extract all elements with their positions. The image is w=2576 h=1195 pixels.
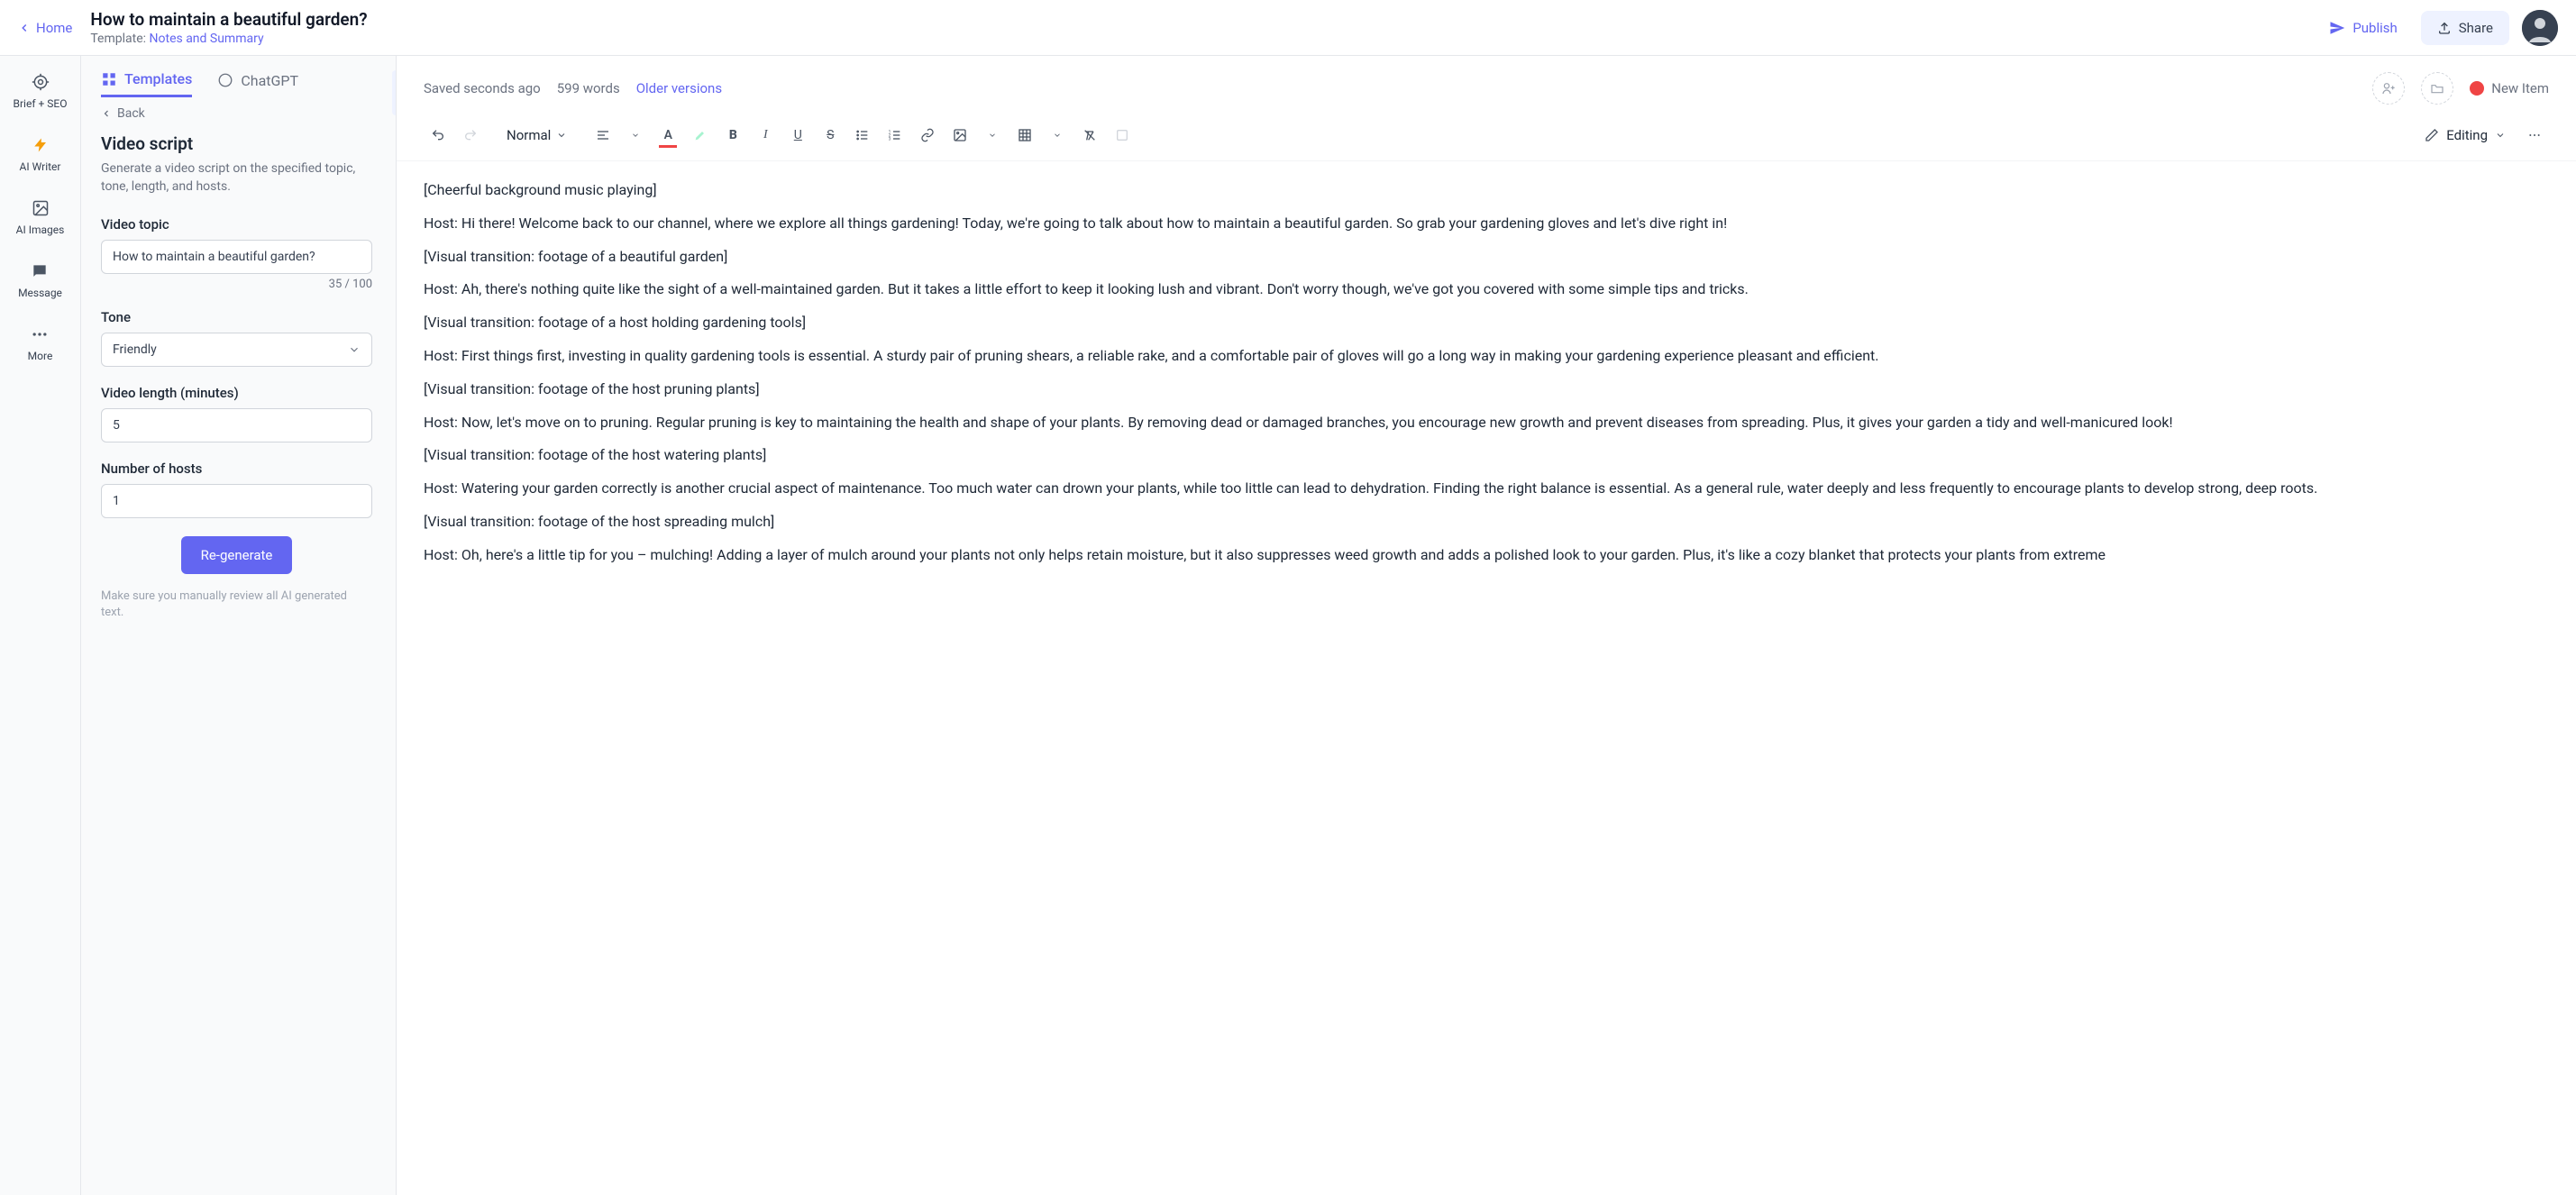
templates-icon [101, 71, 117, 87]
rail-ai-images[interactable]: AI Images [16, 198, 65, 236]
paragraph: Host: Oh, here's a little tip for you – … [424, 544, 2549, 567]
link-button[interactable] [913, 121, 942, 150]
section-desc: Generate a video script on the specified… [101, 160, 372, 196]
strikethrough-button[interactable]: S [816, 121, 845, 150]
paragraph: Host: Watering your garden correctly is … [424, 478, 2549, 500]
new-item-button[interactable]: New Item [2470, 80, 2549, 96]
align-button[interactable] [589, 121, 617, 150]
chevron-left-icon [395, 87, 397, 98]
redo-button[interactable] [456, 121, 485, 150]
image-chevron[interactable] [978, 121, 1007, 150]
bolt-icon [31, 135, 50, 155]
tone-select[interactable]: Friendly [101, 333, 372, 367]
chat-icon [30, 261, 50, 281]
regenerate-button[interactable]: Re-generate [181, 536, 293, 574]
paragraph: Host: Hi there! Welcome back to our chan… [424, 213, 2549, 235]
paragraph: [Visual transition: footage of a beautif… [424, 246, 2549, 269]
rail-brief-seo[interactable]: Brief + SEO [14, 72, 68, 110]
paragraph: [Visual transition: footage of the host … [424, 379, 2549, 401]
paragraph: [Cheerful background music playing] [424, 179, 2549, 202]
older-versions-link[interactable]: Older versions [636, 80, 722, 96]
chevron-left-icon [101, 108, 112, 119]
more-toolbar-button[interactable] [2520, 121, 2549, 150]
chevron-left-icon [18, 22, 31, 34]
image-icon [31, 198, 50, 218]
publish-button[interactable]: Publish [2318, 13, 2407, 43]
chevron-down-icon [348, 343, 361, 356]
italic-button[interactable]: I [751, 121, 780, 150]
table-button[interactable] [1010, 121, 1039, 150]
side-panel: Templates ChatGPT Back Video script Gene… [81, 56, 397, 1195]
home-label: Home [36, 20, 72, 36]
topic-input[interactable] [101, 240, 372, 274]
send-icon [2329, 20, 2345, 36]
page-title: How to maintain a beautiful garden? [90, 9, 2300, 30]
bullet-list-button[interactable] [848, 121, 877, 150]
document-body[interactable]: [Cheerful background music playing] Host… [397, 161, 2576, 1195]
code-block-button[interactable] [1108, 121, 1137, 150]
add-folder-button[interactable] [2421, 72, 2453, 105]
avatar[interactable] [2522, 10, 2558, 46]
chevron-down-icon [2495, 130, 2506, 141]
svg-text:3: 3 [889, 136, 891, 141]
rail-more[interactable]: More [28, 324, 53, 362]
back-link[interactable]: Back [101, 106, 372, 121]
paragraph: Host: First things first, investing in q… [424, 345, 2549, 368]
target-icon [31, 72, 50, 92]
image-button[interactable] [945, 121, 974, 150]
editing-mode-select[interactable]: Editing [2425, 127, 2506, 143]
hosts-input[interactable] [101, 484, 372, 518]
topic-label: Video topic [101, 216, 372, 233]
share-button[interactable]: Share [2421, 11, 2509, 45]
red-dot-icon [2470, 81, 2484, 96]
rail-message[interactable]: Message [18, 261, 62, 299]
clear-format-button[interactable] [1075, 121, 1104, 150]
saved-status: Saved seconds ago [424, 80, 541, 96]
length-label: Video length (minutes) [101, 385, 372, 401]
chatgpt-icon [217, 72, 233, 88]
numbered-list-button[interactable]: 123 [881, 121, 909, 150]
length-input[interactable] [101, 408, 372, 442]
paragraph: Host: Ah, there's nothing quite like the… [424, 278, 2549, 301]
template-link[interactable]: Notes and Summary [150, 32, 264, 46]
chevron-down-icon [556, 130, 567, 141]
align-chevron[interactable] [621, 121, 650, 150]
text-color-button[interactable]: A [653, 121, 682, 150]
template-line: Template: Notes and Summary [90, 32, 2300, 46]
pencil-icon [2425, 128, 2439, 142]
char-count: 35 / 100 [101, 278, 372, 291]
paragraph: [Visual transition: footage of the host … [424, 444, 2549, 467]
paragraph: [Visual transition: footage of a host ho… [424, 312, 2549, 334]
paragraph-style-select[interactable]: Normal [499, 123, 574, 147]
section-title: Video script [101, 133, 372, 154]
highlight-button[interactable] [686, 121, 715, 150]
undo-button[interactable] [424, 121, 452, 150]
dots-icon [30, 324, 50, 344]
rail-ai-writer[interactable]: AI Writer [20, 135, 61, 173]
paragraph: [Visual transition: footage of the host … [424, 511, 2549, 534]
word-count: 599 words [557, 80, 620, 96]
add-collaborator-button[interactable] [2372, 72, 2405, 105]
tab-templates[interactable]: Templates [101, 70, 192, 97]
disclaimer: Make sure you manually review all AI gen… [101, 588, 372, 621]
collapse-panel-button[interactable] [392, 70, 397, 115]
folder-icon [2430, 81, 2444, 96]
user-plus-icon [2381, 81, 2396, 96]
tab-chatgpt[interactable]: ChatGPT [217, 70, 298, 97]
table-chevron[interactable] [1043, 121, 1072, 150]
hosts-label: Number of hosts [101, 461, 372, 477]
underline-button[interactable]: U [783, 121, 812, 150]
tone-label: Tone [101, 309, 372, 325]
left-rail: Brief + SEO AI Writer AI Images Message … [0, 56, 81, 1195]
bold-button[interactable]: B [718, 121, 747, 150]
home-link[interactable]: Home [18, 20, 72, 36]
paragraph: Host: Now, let's move on to pruning. Reg… [424, 412, 2549, 434]
upload-icon [2437, 21, 2452, 35]
